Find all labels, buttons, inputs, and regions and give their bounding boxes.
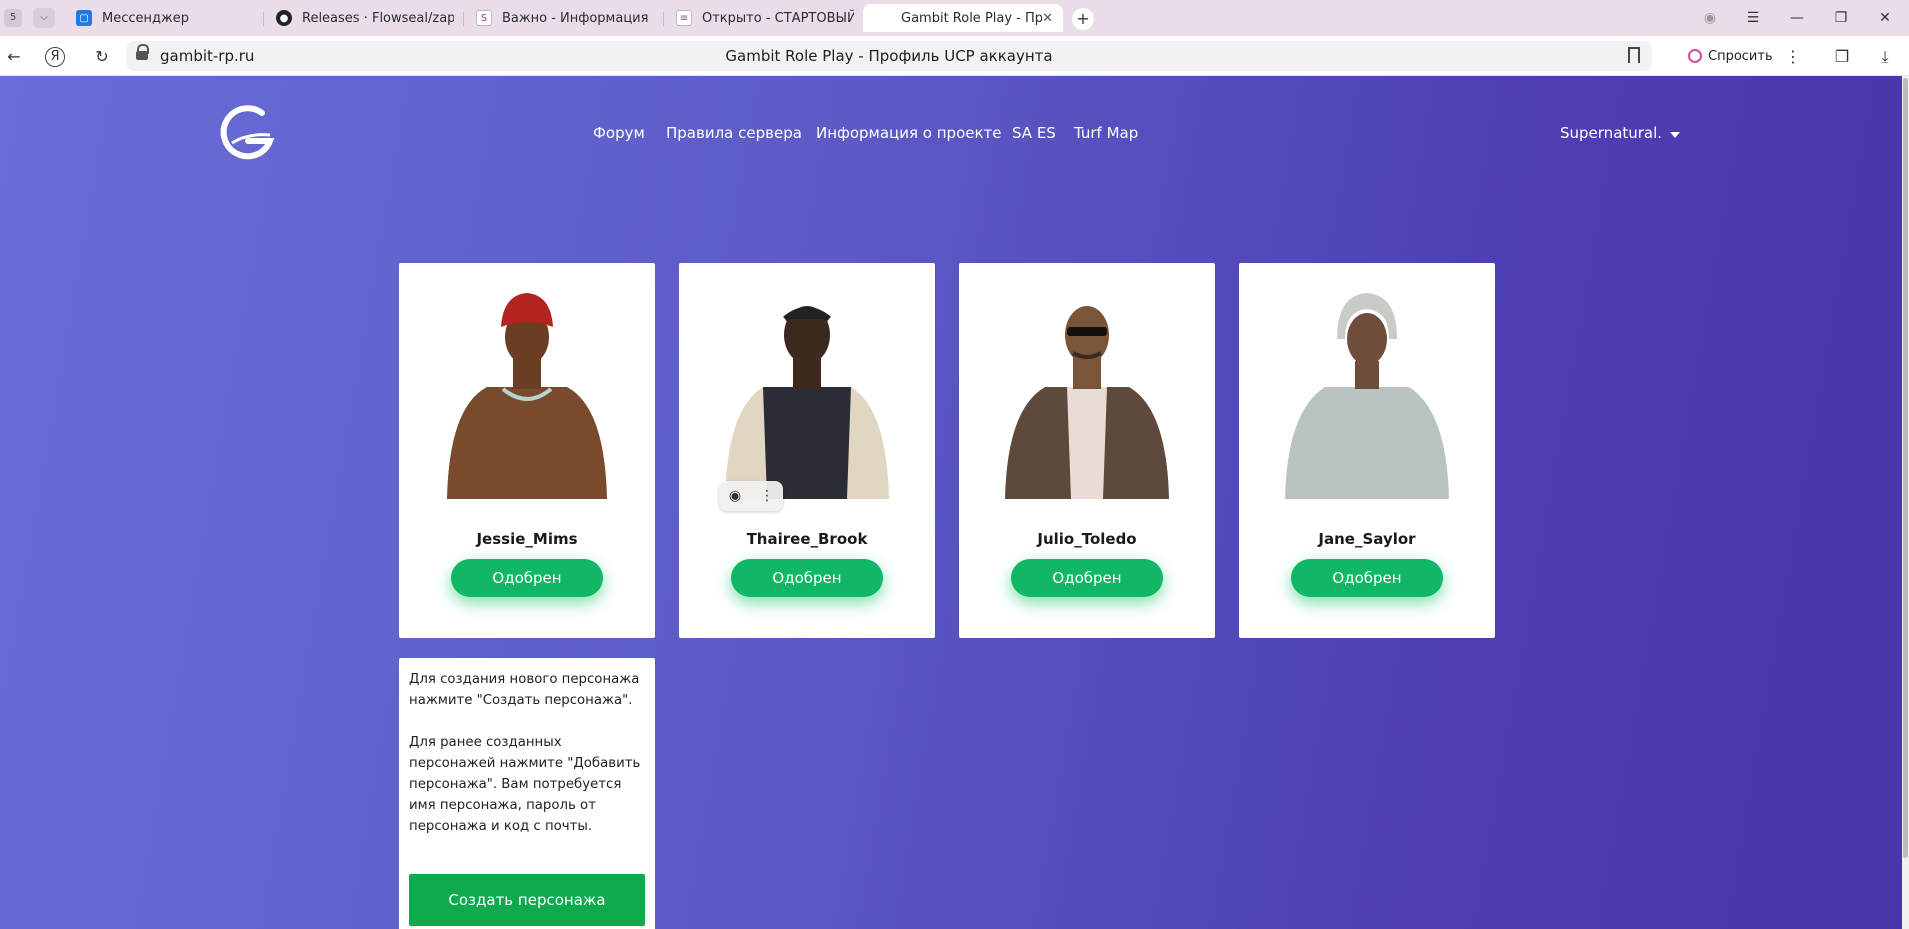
tab-divider <box>263 12 264 26</box>
gambit-logo[interactable] <box>218 103 278 163</box>
github-icon: ● <box>276 10 292 26</box>
back-arrow-icon[interactable]: ← <box>2 45 26 69</box>
tab-messenger[interactable]: ▢ Мессенджер <box>76 4 256 32</box>
messenger-icon: ▢ <box>76 10 92 26</box>
close-icon[interactable]: ✕ <box>1042 11 1053 26</box>
gambit-icon <box>875 10 891 26</box>
character-avatar <box>725 306 889 499</box>
new-tab-button[interactable]: + <box>1072 8 1094 30</box>
tab-label: Releases · Flowseal/zapret <box>302 10 454 26</box>
nav-server-rules[interactable]: Правила сервера <box>666 124 802 146</box>
character-card[interactable]: Jessie_Mims Одобрен <box>399 263 655 638</box>
caret-down-icon <box>1670 131 1681 138</box>
alice-icon <box>1688 49 1702 63</box>
forum-icon: S <box>476 10 492 26</box>
bookmark-icon[interactable] <box>1628 47 1640 63</box>
download-icon[interactable]: ⤓ <box>1873 45 1897 69</box>
more-vertical-icon[interactable]: ⋮ <box>751 488 783 504</box>
character-card[interactable]: ◉ ⋮ Thairee_Brook Одобрен <box>679 263 935 638</box>
character-avatar <box>1285 293 1449 499</box>
restore-icon[interactable]: ❐ <box>1826 6 1856 30</box>
tab-open-starter[interactable]: ≡ Открыто - СТАРТОВЫЙ С <box>676 4 854 32</box>
info-paragraph: Для ранее созданных персонажей нажмите "… <box>409 735 641 834</box>
browser-tabbar: 5 ⌵ ▢ Мессенджер ● Releases · Flowseal/z… <box>0 0 1909 36</box>
page-scrollbar[interactable] <box>1902 76 1909 929</box>
create-character-button[interactable]: Создать персонажа <box>409 874 645 926</box>
user-menu[interactable]: Supernatural. <box>1560 124 1681 142</box>
extension-icon[interactable]: ◉ <box>1695 6 1725 30</box>
info-paragraph: Для создания нового персонажа нажмите "С… <box>409 672 640 708</box>
character-name: Julio_Toledo <box>1037 530 1137 548</box>
info-text: Для создания нового персонажа нажмите "С… <box>409 669 647 837</box>
status-badge[interactable]: Одобрен <box>1011 559 1163 597</box>
status-badge[interactable]: Одобрен <box>451 559 603 597</box>
tab-important-info[interactable]: S Важно - Информация - Ka <box>476 4 652 32</box>
character-card[interactable]: Jane_Saylor Одобрен <box>1239 263 1495 638</box>
nav-turf-map[interactable]: Turf Map <box>1074 124 1138 146</box>
collections-icon[interactable]: ❐ <box>1830 45 1854 69</box>
image-tools: ◉ ⋮ <box>719 481 783 511</box>
tab-divider <box>463 12 464 26</box>
yandex-icon[interactable]: Я <box>45 47 65 67</box>
character-card[interactable]: Julio_Toledo Одобрен <box>959 263 1215 638</box>
character-name: Jessie_Mims <box>476 530 578 548</box>
menu-icon[interactable]: ☰ <box>1738 6 1768 30</box>
reload-icon[interactable]: ↻ <box>90 45 114 69</box>
page-title: Gambit Role Play - Профиль UCP аккаунта <box>725 47 1053 65</box>
status-badge[interactable]: Одобрен <box>1291 559 1443 597</box>
tab-label: Мессенджер <box>102 10 189 26</box>
ask-button[interactable]: Спросить <box>1680 43 1781 69</box>
tab-label: Gambit Role Play - Проф <box>901 10 1043 26</box>
url-bar[interactable]: gambit-rp.ru Gambit Role Play - Профиль … <box>126 41 1652 71</box>
username: Supernatural. <box>1560 124 1663 142</box>
more-vertical-icon[interactable]: ⋮ <box>1781 45 1805 69</box>
character-avatar <box>1005 306 1169 499</box>
nav-sa-es[interactable]: SA ES <box>1012 124 1056 146</box>
forum-icon: ≡ <box>676 10 692 26</box>
chevron-down-icon[interactable]: ⌵ <box>33 8 55 28</box>
ask-label: Спросить <box>1708 48 1773 64</box>
tab-count-badge[interactable]: 5 <box>4 9 22 27</box>
status-badge[interactable]: Одобрен <box>731 559 883 597</box>
tab-divider <box>663 12 664 26</box>
camera-icon[interactable]: ◉ <box>719 488 751 504</box>
scrollbar-thumb[interactable] <box>1903 78 1908 858</box>
nav-forum[interactable]: Форум <box>593 124 645 146</box>
minimize-icon[interactable]: — <box>1782 6 1812 30</box>
browser-addressbar: ← Я ↻ gambit-rp.ru Gambit Role Play - Пр… <box>0 36 1909 76</box>
page-content: Форум Правила сервера Информация о проек… <box>0 76 1909 929</box>
close-window-icon[interactable]: ✕ <box>1870 6 1900 30</box>
create-character-panel: Для создания нового персонажа нажмите "С… <box>399 658 655 929</box>
tab-github-releases[interactable]: ● Releases · Flowseal/zapret <box>276 4 454 32</box>
nav-project-info[interactable]: Информация о проекте <box>816 124 1002 146</box>
character-avatar <box>447 293 607 499</box>
tab-label: Открыто - СТАРТОВЫЙ С <box>702 10 854 26</box>
tab-gambit-profile[interactable]: Gambit Role Play - Проф ✕ <box>863 4 1063 32</box>
character-name: Jane_Saylor <box>1318 530 1416 548</box>
character-name: Thairee_Brook <box>746 530 868 548</box>
tab-label: Важно - Информация - Ka <box>502 10 652 26</box>
